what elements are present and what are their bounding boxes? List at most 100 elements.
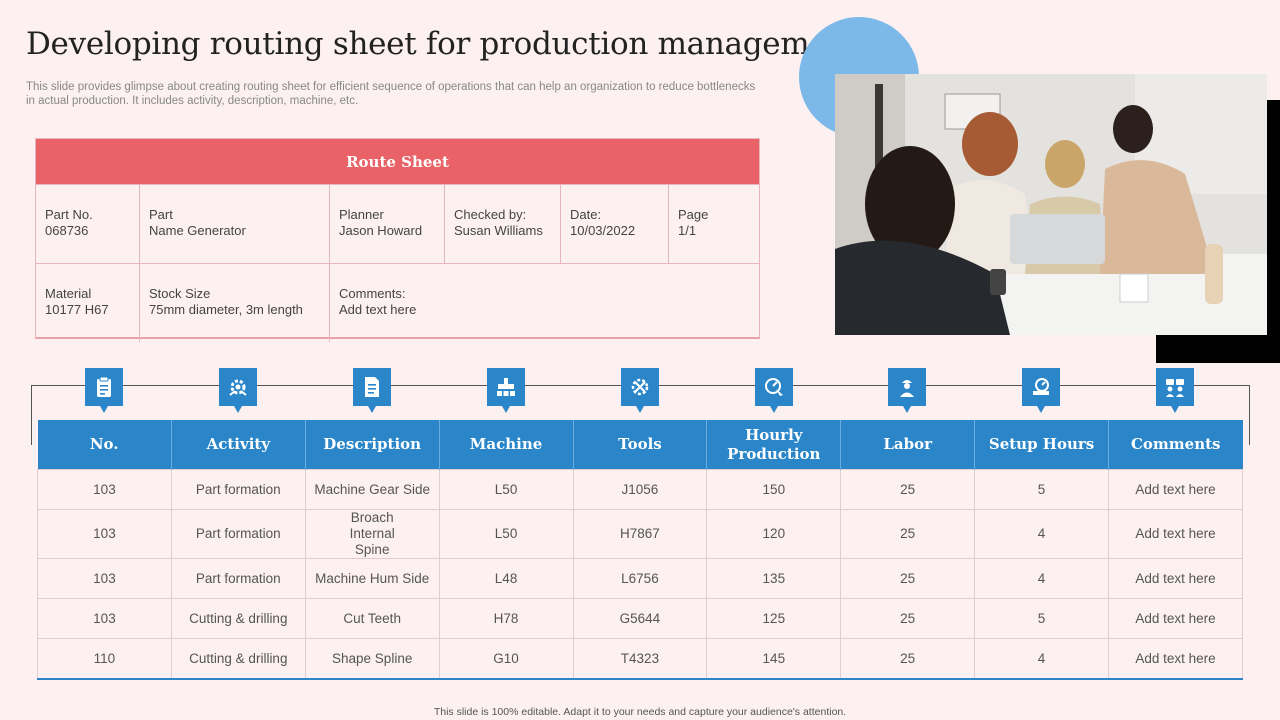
table-cell: 103 [37, 509, 172, 559]
table-header-row: No. Activity Description Machine Tools H… [37, 420, 1243, 470]
table-cell: Cut Teeth [304, 598, 440, 639]
planner-value: Jason Howard [339, 223, 423, 238]
clipboard-icon [85, 368, 123, 413]
table-cell: 25 [840, 558, 976, 599]
table-cell: 103 [37, 558, 172, 599]
column-header: Machine [439, 420, 574, 470]
table-cell: 4 [974, 638, 1109, 680]
checked-by-label: Checked by: [454, 207, 527, 222]
table-cell: G5644 [572, 598, 708, 639]
column-header: No. [37, 420, 172, 470]
column-header: Activity [171, 420, 306, 470]
part-no-cell: Part No. 068736 [36, 185, 140, 263]
machine-icon [487, 368, 525, 413]
table-cell: T4323 [572, 638, 708, 680]
comments-value: Add text here [339, 302, 417, 317]
planner-label: Planner [339, 207, 384, 222]
part-no-value: 068736 [45, 223, 89, 238]
table-cell: 25 [840, 469, 976, 510]
table-cell: 145 [706, 638, 842, 680]
table-row: 103 Cutting & drilling Cut Teeth H78 G56… [37, 598, 1243, 639]
table-cell: Cutting & drilling [170, 638, 306, 680]
route-sheet-row: Part No. 068736 Part Name Generator Plan… [36, 184, 759, 263]
table-cell: Cutting & drilling [170, 598, 306, 639]
stock-size-value: 75mm diameter, 3m length [149, 302, 303, 317]
table-cell: 120 [706, 509, 842, 559]
table-cell: 110 [37, 638, 172, 680]
table-row: 103 Part formation Machine Hum Side L48 … [37, 558, 1243, 599]
table-cell: 4 [974, 558, 1109, 599]
slide-footer: This slide is 100% editable. Adapt it to… [433, 706, 847, 718]
checked-by-value: Susan Williams [454, 223, 543, 238]
planner-cell: Planner Jason Howard [330, 185, 445, 263]
slide-subtitle: This slide provides glimpse about creati… [26, 81, 756, 107]
operations-table: No. Activity Description Machine Tools H… [37, 420, 1243, 680]
material-label: Material [45, 286, 92, 301]
table-cell: Add text here [1108, 638, 1243, 680]
document-icon [353, 368, 391, 413]
column-header: Setup Hours [974, 420, 1109, 470]
team-meeting-photo [835, 74, 1267, 335]
table-cell: Part formation [170, 509, 306, 559]
part-no-label: Part No. [45, 207, 93, 222]
table-cell: Broach Internal Spine [304, 509, 440, 559]
table-cell: 5 [974, 598, 1109, 639]
date-value: 10/03/2022 [570, 223, 636, 238]
page-cell: Page 1/1 [669, 185, 759, 263]
table-cell: 4 [974, 509, 1109, 559]
table-cell: 25 [840, 509, 976, 559]
date-label: Date: [570, 207, 602, 222]
table-cell: J1056 [572, 469, 708, 510]
table-cell: H7867 [572, 509, 708, 559]
table-cell: Shape Spline [304, 638, 440, 680]
column-header: Labor [840, 420, 976, 470]
setup-timer-icon [1022, 368, 1060, 413]
table-cell: 103 [37, 469, 172, 510]
table-cell: 25 [840, 638, 976, 680]
slide-title: Developing routing sheet for production … [26, 26, 860, 62]
route-sheet-row: Material 10177 H67 Stock Size 75mm diame… [36, 263, 759, 342]
table-row: 103 Part formation Broach Internal Spine… [37, 509, 1243, 559]
date-cell: Date: 10/03/2022 [561, 185, 669, 263]
page-value: 1/1 [678, 223, 697, 238]
table-cell: 25 [840, 598, 976, 639]
route-sheet-title: Route Sheet [36, 139, 759, 184]
column-header: Tools [573, 420, 708, 470]
table-cell: L50 [438, 509, 574, 559]
table-cell: 103 [37, 598, 172, 639]
table-cell: Part formation [170, 558, 306, 599]
tools-icon [621, 368, 659, 413]
table-cell: 125 [706, 598, 842, 639]
column-header: Hourly Production [706, 420, 842, 470]
page-label: Page [678, 207, 709, 222]
table-cell: Machine Gear Side [304, 469, 440, 510]
material-value: 10177 H67 [45, 302, 109, 317]
stock-size-label: Stock Size [149, 286, 211, 301]
speed-gauge-icon [755, 368, 793, 413]
table-cell: Add text here [1108, 509, 1243, 559]
part-cell: Part Name Generator [140, 185, 330, 263]
comments-cell: Comments: Add text here [330, 264, 759, 342]
comments-icon [1156, 368, 1194, 413]
comments-label: Comments: [339, 286, 406, 301]
material-cell: Material 10177 H67 [36, 264, 140, 342]
part-label: Part [149, 207, 173, 222]
table-cell: Machine Hum Side [304, 558, 440, 599]
table-cell: Add text here [1108, 469, 1243, 510]
table-cell: 135 [706, 558, 842, 599]
table-cell: G10 [438, 638, 574, 680]
table-cell: Add text here [1108, 558, 1243, 599]
table-cell: 150 [706, 469, 842, 510]
worker-icon [888, 368, 926, 413]
part-value: Name Generator [149, 223, 246, 238]
table-cell: Add text here [1108, 598, 1243, 639]
table-cell: L48 [438, 558, 574, 599]
column-header: Description [305, 420, 440, 470]
table-cell: Part formation [170, 469, 306, 510]
table-cell: L50 [438, 469, 574, 510]
table-cell: L6756 [572, 558, 708, 599]
table-cell: 5 [974, 469, 1109, 510]
table-row: 103 Part formation Machine Gear Side L50… [37, 469, 1243, 510]
checked-by-cell: Checked by: Susan Williams [445, 185, 561, 263]
route-sheet: Route Sheet Part No. 068736 Part Name Ge… [35, 138, 760, 342]
